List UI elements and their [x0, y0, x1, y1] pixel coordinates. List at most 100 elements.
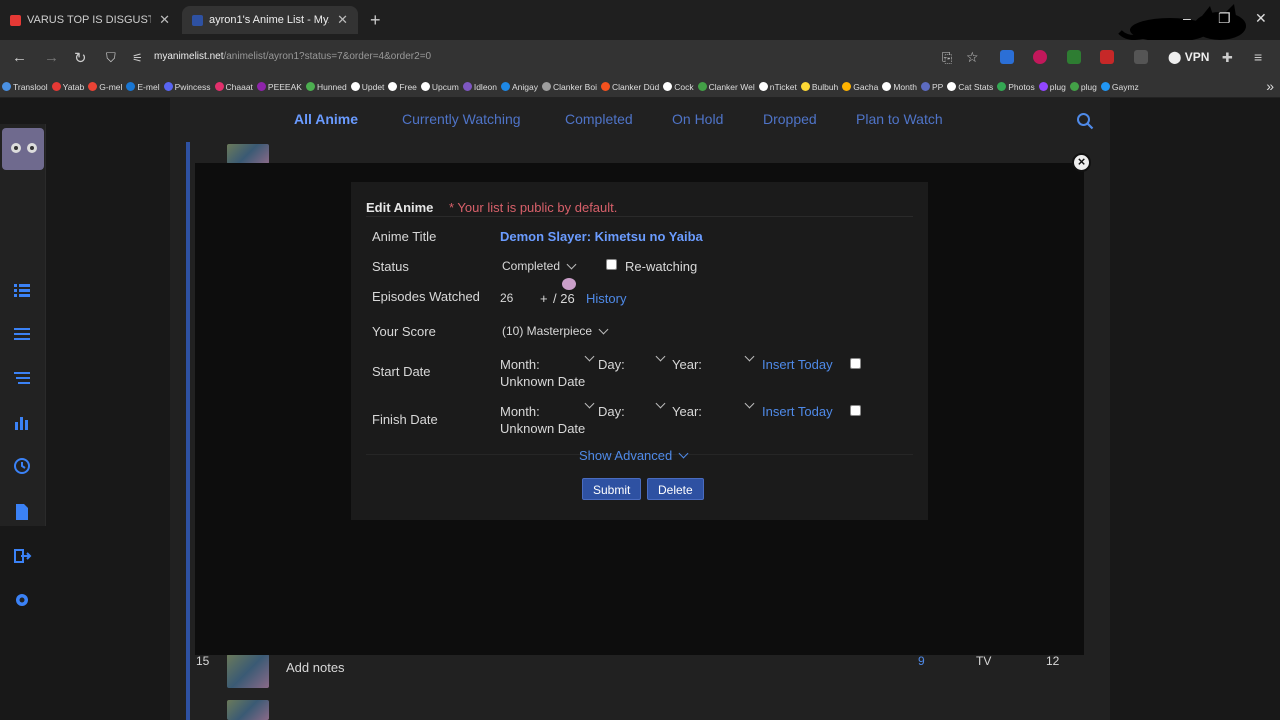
bookmark-item[interactable]: Free — [388, 82, 417, 92]
bookmark-item[interactable]: plug — [1069, 82, 1097, 92]
score-label: Your Score — [372, 324, 436, 339]
install-app-icon[interactable]: ⎘ — [942, 50, 952, 66]
bookmark-item[interactable]: Hunned — [305, 82, 347, 92]
bookmark-item[interactable]: Cat Stats — [947, 82, 993, 92]
tab-on-hold[interactable]: On Hold — [672, 111, 723, 127]
bookmark-item[interactable]: Clanker Düd — [600, 82, 659, 92]
anime-thumbnail[interactable] — [227, 654, 269, 688]
bookmark-item[interactable]: PEEEAK — [256, 82, 302, 92]
tab-dropped[interactable]: Dropped — [763, 111, 817, 127]
tab-completed[interactable]: Completed — [565, 111, 633, 127]
bookmark-item[interactable]: Updet — [350, 82, 384, 92]
start-day-select[interactable] — [636, 351, 666, 362]
browser-tab-myanimelist[interactable]: ayron1's Anime List - MyAnimeList ✕ — [182, 6, 358, 34]
vpn-button[interactable]: ⬤ VPN — [1168, 50, 1209, 64]
rewatching-checkbox[interactable] — [606, 259, 617, 270]
score-select[interactable]: (10) Masterpiece — [502, 324, 609, 338]
bookmark-item[interactable]: Clanker Wel — [697, 82, 755, 92]
anime-title-link[interactable]: Demon Slayer: Kimetsu no Yaiba — [500, 229, 703, 244]
bookmark-item[interactable]: Clanker Boi — [542, 82, 597, 92]
document-icon[interactable] — [12, 502, 32, 522]
start-year-select[interactable] — [713, 351, 755, 362]
tab-currently-watching[interactable]: Currently Watching — [402, 111, 521, 127]
bookmark-item[interactable]: Yatab — [51, 82, 84, 92]
list-icon[interactable] — [12, 280, 32, 300]
new-tab-button[interactable]: + — [370, 10, 381, 31]
bookmark-item[interactable]: Month — [882, 82, 917, 92]
finish-insert-today-link[interactable]: Insert Today — [762, 404, 833, 419]
bookmark-item[interactable]: E-mel — [126, 82, 160, 92]
browser-tab-youtube[interactable]: VARUS TOP IS DISGUSTING WITH ✕ — [0, 6, 180, 34]
bookmark-item[interactable]: G-mel — [88, 82, 122, 92]
delete-button[interactable]: Delete — [647, 478, 704, 500]
anime-thumbnail[interactable] — [227, 700, 269, 720]
bookmark-item[interactable]: Gaymz — [1100, 82, 1139, 92]
minimize-icon[interactable]: – — [1183, 10, 1191, 26]
finish-month-select[interactable] — [565, 398, 595, 409]
close-tab-icon[interactable]: ✕ — [159, 12, 170, 28]
search-icon[interactable] — [1076, 112, 1094, 130]
close-tab-icon[interactable]: ✕ — [337, 12, 348, 28]
add-notes-link[interactable]: Add notes — [286, 660, 345, 675]
history-link[interactable]: History — [586, 291, 626, 306]
extension-icon[interactable] — [1134, 50, 1148, 64]
extension-icon[interactable] — [1100, 50, 1114, 64]
export-icon[interactable] — [12, 546, 32, 566]
bookmark-favicon-icon — [462, 82, 472, 91]
bookmark-item[interactable]: Gacha — [842, 82, 878, 92]
list-alt-icon[interactable] — [12, 324, 32, 344]
back-icon[interactable]: ← — [12, 49, 27, 66]
bookmark-item[interactable]: PP — [920, 82, 943, 92]
episodes-increment[interactable]: + — [540, 291, 548, 306]
bookmark-label: G-mel — [99, 81, 123, 92]
bookmark-favicon-icon — [542, 82, 552, 91]
list-filter-icon[interactable] — [12, 368, 32, 388]
extension-icon[interactable] — [1067, 50, 1081, 64]
history-icon[interactable] — [12, 456, 32, 476]
finish-year-select[interactable] — [713, 398, 755, 409]
extension-icon[interactable] — [1000, 50, 1014, 64]
forward-icon[interactable]: → — [44, 49, 59, 66]
bookmark-item[interactable]: Translool — [2, 82, 48, 92]
menu-icon[interactable]: ≡ — [1254, 49, 1262, 65]
bookmark-item[interactable]: Cock — [663, 82, 694, 92]
episodes-input[interactable] — [500, 290, 530, 306]
row-score[interactable]: 9 — [918, 654, 925, 668]
show-advanced-toggle[interactable]: Show Advanced — [579, 448, 689, 463]
bookmark-item[interactable]: Idleon — [462, 82, 497, 92]
gear-icon[interactable] — [12, 590, 32, 610]
start-insert-today-link[interactable]: Insert Today — [762, 357, 833, 372]
tab-plan-to-watch[interactable]: Plan to Watch — [856, 111, 943, 127]
finish-unknown-date-checkbox[interactable] — [850, 405, 861, 416]
reload-icon[interactable]: ↻ — [74, 49, 87, 67]
tab-all-anime[interactable]: All Anime — [294, 111, 358, 127]
status-select[interactable]: Completed — [502, 259, 577, 273]
bookmark-item[interactable]: Photos — [997, 82, 1035, 92]
anime-thumbnail[interactable] — [227, 144, 269, 164]
bookmark-item[interactable]: Anigay — [501, 82, 538, 92]
avatar[interactable] — [2, 128, 44, 170]
url-field[interactable]: myanimelist.net/animelist/ayron1?status=… — [154, 51, 431, 62]
more-bookmarks-icon[interactable]: » — [1266, 78, 1274, 94]
restore-icon[interactable]: ❐ — [1218, 10, 1231, 27]
shield-icon[interactable]: ⛉ — [106, 50, 116, 66]
finish-day-select[interactable] — [636, 398, 666, 409]
bookmark-item[interactable]: Bulbuh — [800, 82, 838, 92]
start-unknown-date-checkbox[interactable] — [850, 358, 861, 369]
start-month-select[interactable] — [565, 351, 595, 362]
submit-button[interactable]: Submit — [582, 478, 642, 500]
close-modal-button[interactable]: × — [1072, 153, 1091, 172]
bookmark-star-icon[interactable]: ☆ — [966, 49, 979, 66]
bookmark-item[interactable]: Upcum — [420, 82, 459, 92]
stats-chart-icon[interactable] — [12, 412, 32, 432]
bookmark-item[interactable]: Chaaat — [214, 82, 253, 92]
close-window-icon[interactable]: ✕ — [1255, 10, 1267, 27]
bookmark-item[interactable]: Pwincess — [163, 82, 211, 92]
bookmark-item[interactable]: plug — [1038, 82, 1066, 92]
extensions-puzzle-icon[interactable]: ✚ — [1222, 50, 1233, 66]
public-note: * Your list is public by default. — [449, 200, 618, 215]
site-settings-icon[interactable]: ⚟ — [132, 51, 143, 65]
score-select-value: (10) Masterpiece — [502, 324, 593, 338]
bookmark-item[interactable]: nTicket — [758, 82, 797, 92]
microphone-extension-icon[interactable] — [1033, 50, 1047, 64]
